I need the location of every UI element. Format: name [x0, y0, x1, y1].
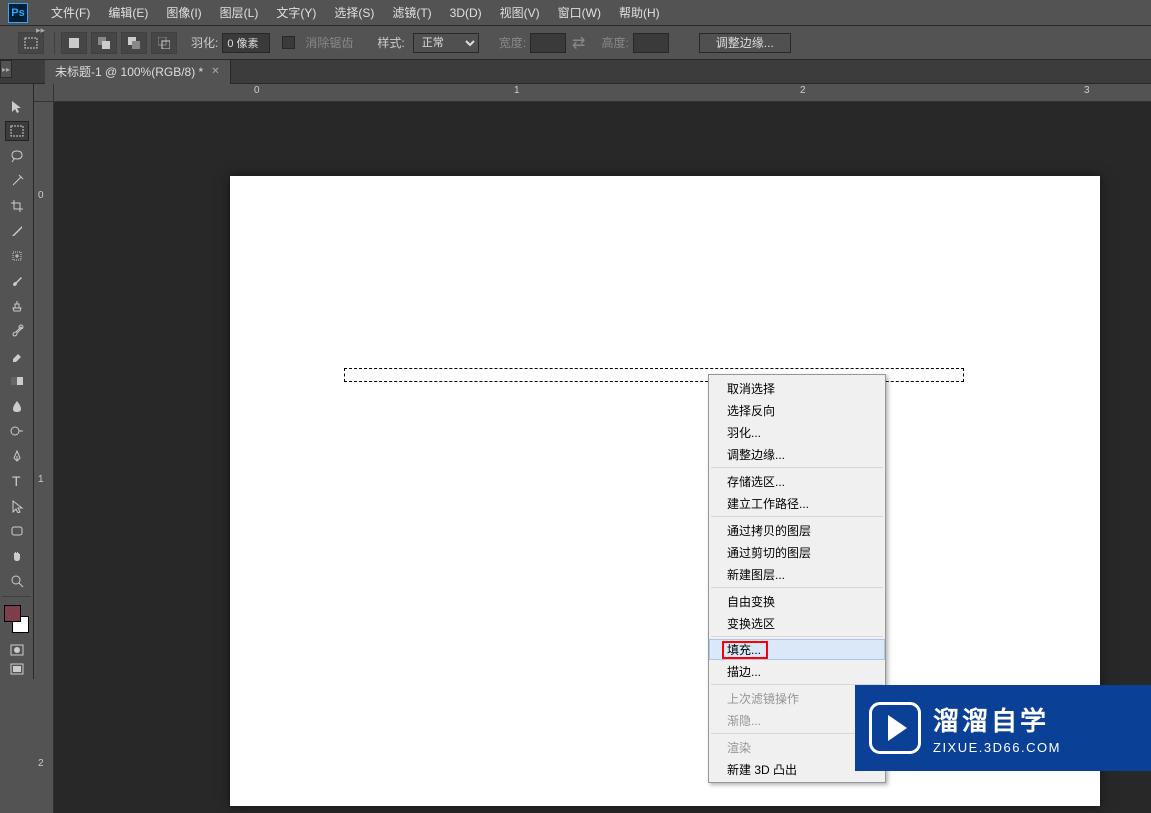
healing-brush-tool-icon[interactable]: [5, 246, 29, 266]
antialias-checkbox: [282, 36, 295, 49]
refine-edge-button[interactable]: 调整边缘...: [699, 33, 791, 53]
shape-tool-icon[interactable]: [5, 521, 29, 541]
marquee-tool-icon[interactable]: [5, 121, 29, 141]
move-tool-icon[interactable]: [5, 96, 29, 116]
feather-label: 羽化:: [191, 34, 218, 51]
foreground-color-swatch[interactable]: [4, 605, 21, 622]
context-menu-item[interactable]: 描边...: [709, 660, 885, 682]
ruler-corner: [34, 84, 54, 102]
gradient-tool-icon[interactable]: [5, 371, 29, 391]
subtract-selection-icon[interactable]: [121, 32, 147, 54]
watermark-subtitle: ZIXUE.3D66.COM: [933, 740, 1061, 755]
menu-select[interactable]: 选择(S): [325, 4, 383, 21]
context-menu-item[interactable]: 通过剪切的图层: [709, 541, 885, 563]
context-menu-item[interactable]: 通过拷贝的图层: [709, 519, 885, 541]
context-menu-item[interactable]: 变换选区: [709, 612, 885, 634]
menubar: Ps 文件(F) 编辑(E) 图像(I) 图层(L) 文字(Y) 选择(S) 滤…: [0, 0, 1151, 25]
watermark-overlay: 溜溜自学 ZIXUE.3D66.COM: [855, 685, 1151, 771]
ruler-vertical[interactable]: 0 1 2: [34, 102, 54, 813]
pen-tool-icon[interactable]: [5, 446, 29, 466]
hand-tool-icon[interactable]: [5, 546, 29, 566]
swap-wh-icon: ⇄: [572, 33, 585, 53]
magic-wand-tool-icon[interactable]: [5, 171, 29, 191]
menu-view[interactable]: 视图(V): [491, 4, 549, 21]
style-label: 样式:: [377, 34, 404, 51]
lasso-tool-icon[interactable]: [5, 146, 29, 166]
new-selection-icon[interactable]: [61, 32, 87, 54]
color-swatches[interactable]: [4, 605, 29, 633]
menu-window[interactable]: 窗口(W): [549, 4, 610, 21]
ruler-v-tick: 1: [38, 474, 44, 485]
toolbox: T: [0, 84, 34, 679]
document-tab[interactable]: 未标题-1 @ 100%(RGB/8) * ✕: [45, 60, 231, 84]
path-selection-tool-icon[interactable]: [5, 496, 29, 516]
menu-type[interactable]: 文字(Y): [267, 4, 325, 21]
context-menu-item[interactable]: 填充...: [709, 639, 885, 660]
width-input: [530, 33, 566, 53]
context-menu-item[interactable]: 自由变换: [709, 590, 885, 612]
context-menu-item[interactable]: 存储选区...: [709, 470, 885, 492]
context-menu-item[interactable]: 新建图层...: [709, 563, 885, 585]
menu-layer[interactable]: 图层(L): [211, 4, 268, 21]
feather-input[interactable]: [222, 33, 270, 53]
svg-text:T: T: [12, 474, 21, 488]
add-selection-icon[interactable]: [91, 32, 117, 54]
quickmask-icon[interactable]: [7, 641, 27, 658]
menu-help[interactable]: 帮助(H): [610, 4, 669, 21]
ruler-h-tick: 2: [800, 85, 806, 96]
clone-stamp-tool-icon[interactable]: [5, 296, 29, 316]
context-menu-item[interactable]: 选择反向: [709, 399, 885, 421]
intersect-selection-icon[interactable]: [151, 32, 177, 54]
menu-file[interactable]: 文件(F): [42, 4, 99, 21]
zoom-tool-icon[interactable]: [5, 571, 29, 591]
style-select[interactable]: 正常: [413, 33, 479, 53]
menu-edit[interactable]: 编辑(E): [99, 4, 157, 21]
dodge-tool-icon[interactable]: [5, 421, 29, 441]
brush-tool-icon[interactable]: [5, 271, 29, 291]
eyedropper-tool-icon[interactable]: [5, 221, 29, 241]
height-label: 高度:: [601, 34, 628, 51]
red-highlight-box: [722, 641, 768, 659]
context-menu-item[interactable]: 调整边缘...: [709, 443, 885, 465]
width-label: 宽度:: [499, 34, 526, 51]
options-bar: 羽化: 消除锯齿 样式: 正常 宽度: ⇄ 高度: 调整边缘...: [0, 25, 1151, 60]
document-tab-bar: 未标题-1 @ 100%(RGB/8) * ✕: [0, 60, 1151, 84]
expand-panel-icon[interactable]: ▸▸: [36, 25, 46, 35]
close-tab-icon[interactable]: ✕: [211, 66, 219, 77]
blur-tool-icon[interactable]: [5, 396, 29, 416]
ruler-v-tick: 2: [38, 758, 44, 769]
crop-tool-icon[interactable]: [5, 196, 29, 216]
ruler-horizontal[interactable]: 0 1 2 3: [54, 84, 1151, 102]
watermark-title: 溜溜自学: [933, 701, 1061, 738]
menu-filter[interactable]: 滤镜(T): [383, 4, 440, 21]
context-menu-item[interactable]: 取消选择: [709, 377, 885, 399]
context-menu-item[interactable]: 羽化...: [709, 421, 885, 443]
menu-image[interactable]: 图像(I): [157, 4, 210, 21]
screenmode-icon[interactable]: [7, 660, 27, 677]
eraser-tool-icon[interactable]: [5, 346, 29, 366]
ruler-h-tick: 0: [254, 85, 260, 96]
height-input: [633, 33, 669, 53]
ruler-v-tick: 0: [38, 190, 44, 201]
menu-3d[interactable]: 3D(D): [441, 6, 491, 20]
document-tab-title: 未标题-1 @ 100%(RGB/8) *: [55, 63, 203, 80]
expand-toolbar-icon[interactable]: ▸▸: [0, 60, 12, 78]
history-brush-tool-icon[interactable]: [5, 321, 29, 341]
context-menu-item[interactable]: 建立工作路径...: [709, 492, 885, 514]
ruler-h-tick: 3: [1084, 85, 1090, 96]
ruler-h-tick: 1: [514, 85, 520, 96]
watermark-play-icon: [869, 702, 921, 754]
antialias-label: 消除锯齿: [305, 34, 353, 51]
type-tool-icon[interactable]: T: [5, 471, 29, 491]
ps-logo-icon: Ps: [8, 3, 28, 23]
